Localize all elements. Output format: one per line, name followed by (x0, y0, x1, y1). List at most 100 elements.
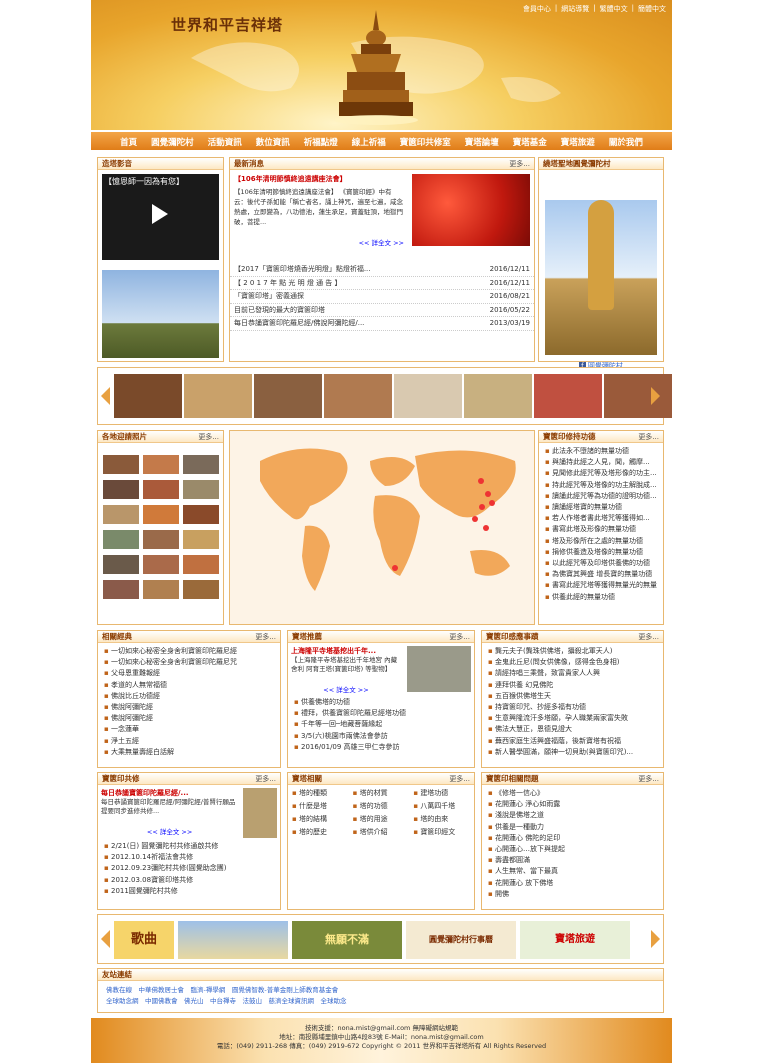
news-item[interactable]: 目前已發現的最大的寶篋印塔 2016/05/22 (230, 304, 534, 317)
pics-more[interactable]: 更多... (449, 774, 470, 784)
map-marker[interactable] (483, 525, 489, 531)
merit-item[interactable]: 持此經咒等及塔像的功主解脫成... (545, 480, 657, 491)
friend-link[interactable]: 中華佛教居士會 (139, 986, 185, 994)
news-item[interactable]: 【2017「寶篋印塔燒香光明燈」點燈祈福... 2016/12/11 (230, 263, 534, 277)
qa-item[interactable]: 龔元夫子(龔珠供佛塔，攝殺北軍天人) (488, 646, 657, 657)
merit-item[interactable]: 見聞修此經咒等及塔形像的功主... (545, 468, 657, 479)
gongxiu-item[interactable]: 2012.10.14祈福法會共修 (104, 852, 274, 863)
gongxiu-item[interactable]: 2/21(日) 圓覺彌陀村共修通啟共修 (104, 841, 274, 852)
carousel-photo[interactable] (114, 374, 182, 418)
nav-about[interactable]: 關於我們 (602, 132, 650, 150)
merit-item[interactable]: 書寫此塔及形像的無量功德 (545, 524, 657, 535)
video-player[interactable]: 【憶恩師一因為有您】 (102, 174, 219, 260)
banner-calendar[interactable]: 圓覺彌陀村行事曆 (406, 921, 516, 959)
sutra-item[interactable]: 佛說阿彌陀經 (104, 702, 274, 713)
merit-item[interactable]: 塔及形像所在之處的無量功德 (545, 536, 657, 547)
gongxiu-headline[interactable]: 每日恭誦寶篋印陀羅尼經/... (101, 788, 238, 798)
photo-thumb[interactable] (103, 580, 139, 599)
qa-item[interactable]: 持寶篋印咒、抄經多福有功德 (488, 702, 657, 713)
banner-wish[interactable]: 無願不滿 (292, 921, 402, 959)
qa-more[interactable]: 更多... (638, 632, 659, 642)
sutra-item[interactable]: 一切如來心秘密全身舍利寶篋印陀羅尼咒 (104, 657, 274, 668)
related-item[interactable]: 花開蓮心 淨心如雨露 (488, 799, 657, 810)
map-marker[interactable] (489, 500, 495, 506)
friend-link[interactable]: 佛教在線 (106, 986, 132, 994)
map-marker[interactable] (485, 491, 491, 497)
merit-item[interactable]: 供養此經的無量功德 (545, 592, 657, 603)
friend-link[interactable]: 佛光山 (184, 997, 204, 1005)
related-more[interactable]: 更多... (638, 774, 659, 784)
qa-item[interactable]: 請經持唱三乘聲，致富貴家人人興 (488, 668, 657, 679)
banner-songs[interactable]: 歌曲 (114, 921, 174, 959)
banner-travel[interactable]: 寶塔旅遊 (520, 921, 630, 959)
recommend-item[interactable]: 2016/01/09 高雄三甲仁寺參訪 (294, 742, 468, 753)
sutra-item[interactable]: 一念蓮華 (104, 724, 274, 735)
merit-item[interactable]: 書寫此經咒塔等獲得無量光的無量功德 (545, 580, 657, 591)
photo-thumb[interactable] (143, 530, 179, 549)
pics-item[interactable]: 什麼是塔 (292, 801, 349, 811)
pics-item[interactable]: 塔供介紹 (353, 827, 410, 837)
nav-village[interactable]: 圓覺彌陀村 (144, 132, 201, 150)
map-marker[interactable] (472, 516, 478, 522)
nav-travel[interactable]: 寶塔旅遊 (554, 132, 602, 150)
photo-thumb[interactable] (143, 480, 179, 499)
news-item[interactable]: 【 2 0 1 7 年 點 光 明 燈 通 告 】 2016/12/11 (230, 277, 534, 290)
related-item[interactable]: 心開蓮心…放下與提起 (488, 844, 657, 855)
merit-item[interactable]: 讀誦此經咒等為功德的證明功德... (545, 491, 657, 502)
nav-lamp[interactable]: 祈福點燈 (297, 132, 345, 150)
friend-link[interactable]: 圓覺佛智教-普華金剛上師教育基金會 (232, 986, 338, 994)
merit-item[interactable]: 與誦持此經之人見，聞，觸摩... (545, 457, 657, 468)
photo-thumb[interactable] (183, 455, 219, 474)
pics-item[interactable]: 塔的材質 (353, 788, 410, 798)
photo-thumb[interactable] (103, 455, 139, 474)
photo-thumb[interactable] (103, 505, 139, 524)
map-marker[interactable] (478, 478, 484, 484)
pics-item[interactable]: 八萬四千塔 (413, 801, 470, 811)
sutra-item[interactable]: 淨土五經 (104, 736, 274, 747)
news-more[interactable]: 更多... (509, 159, 530, 169)
carousel-photo[interactable] (184, 374, 252, 418)
photos-more[interactable]: 更多... (198, 432, 219, 442)
qa-item[interactable]: 連拜供養 幻見佛陀 (488, 680, 657, 691)
pics-item[interactable]: 塔的種類 (292, 788, 349, 798)
carousel-photo[interactable] (394, 374, 462, 418)
photo-thumb[interactable] (183, 530, 219, 549)
photo-thumb[interactable] (143, 505, 179, 524)
sutra-item[interactable]: 父母恩重難報經 (104, 668, 274, 679)
related-item[interactable]: 花開蓮心 放下佛塔 (488, 878, 657, 889)
sutra-item[interactable]: 孝道的人無常福德 (104, 680, 274, 691)
photo-thumb[interactable] (143, 555, 179, 574)
carousel-prev-arrow[interactable] (101, 387, 110, 405)
nav-events[interactable]: 活動資訊 (201, 132, 249, 150)
qa-item[interactable]: 生意興隆流汗多塔願，孕人職業兩家富失敗 (488, 713, 657, 724)
recommend-more[interactable]: 更多... (449, 632, 470, 642)
pics-item[interactable]: 塔的用途 (353, 814, 410, 824)
sutra-item[interactable]: 佛說比丘功德經 (104, 691, 274, 702)
news-item[interactable]: 每日恭誦寶篋印陀羅尼經/佛說阿彌陀經/... 2013/03/19 (230, 317, 534, 331)
related-item[interactable]: 花開蓮心 佛陀的足印 (488, 833, 657, 844)
recommend-item[interactable]: 千年等一回─地藏菩薩緣起 (294, 719, 468, 730)
merit-item[interactable]: 為佛寶其興盛 增長寶的無量功德 (545, 569, 657, 580)
banner-next-arrow[interactable] (651, 930, 660, 948)
gongxiu-item[interactable]: 2012.03.08寶篋印塔共修 (104, 875, 274, 886)
pics-item[interactable]: 塔的歷史 (292, 827, 349, 837)
merit-item[interactable]: 若人作塔者書此塔咒等獲得如... (545, 513, 657, 524)
gongxiu-more[interactable]: 更多... (255, 774, 276, 784)
carousel-photo[interactable] (324, 374, 392, 418)
nav-gongxiu[interactable]: 寶篋印共修室 (393, 132, 458, 150)
news-item[interactable]: 「寶篋印塔」密義通探 2016/08/21 (230, 290, 534, 304)
pics-item[interactable]: 建塔功德 (413, 788, 470, 798)
related-item[interactable]: 開佛 (488, 889, 657, 900)
toplink-sitemap[interactable]: 網站導覽 (561, 4, 589, 14)
sutra-more[interactable]: 更多... (255, 632, 276, 642)
photo-thumb[interactable] (103, 555, 139, 574)
photo-thumb[interactable] (103, 480, 139, 499)
carousel-photo[interactable] (534, 374, 602, 418)
related-item[interactable]: 人生無常、當下最真 (488, 866, 657, 877)
related-item[interactable]: 供養是一種動力 (488, 822, 657, 833)
gongxiu-item[interactable]: 2012.09.23彌陀村共修(圓覺助念團) (104, 863, 274, 874)
recommend-item[interactable]: 禮拜，供養寶篋印陀羅尼經塔功德 (294, 708, 468, 719)
carousel-photo[interactable] (464, 374, 532, 418)
toplink-simplified[interactable]: 簡體中文 (638, 4, 666, 14)
pics-item[interactable]: 寶篋印經文 (413, 827, 470, 837)
